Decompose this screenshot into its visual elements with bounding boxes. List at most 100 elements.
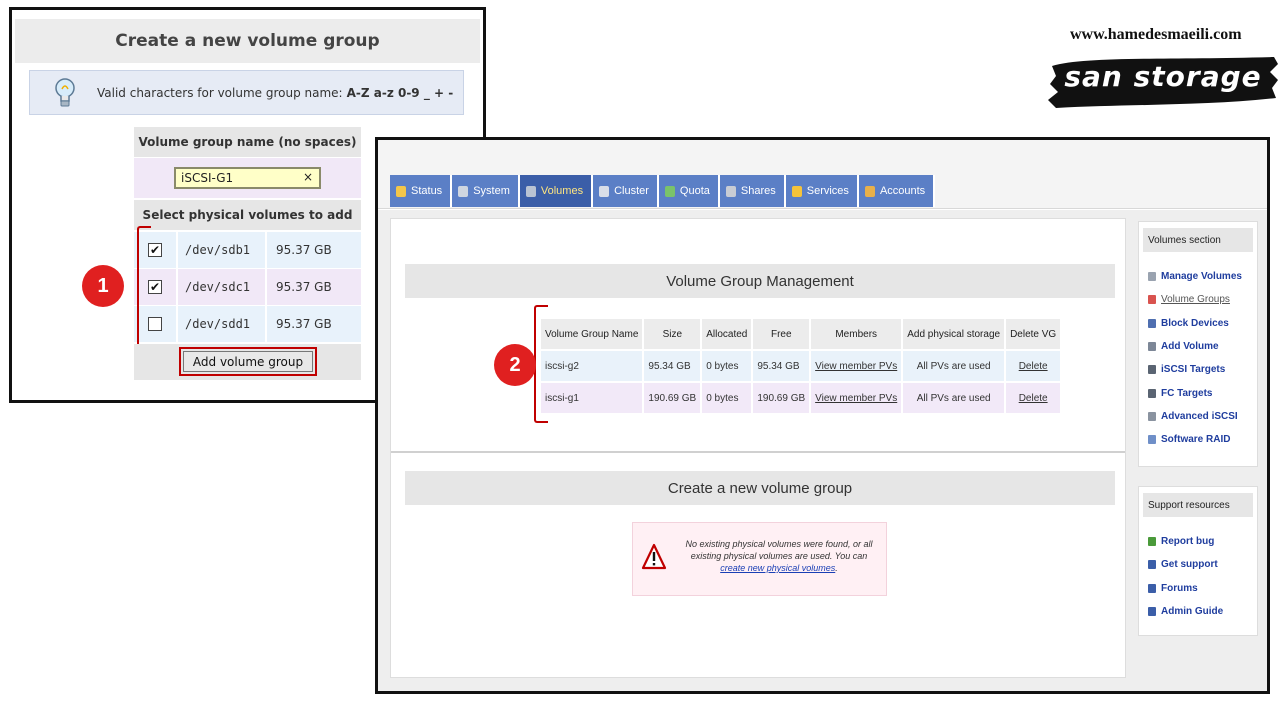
info-text: Valid characters for volume group name: A… bbox=[97, 85, 454, 100]
step-badge-2: 2 bbox=[494, 344, 536, 386]
fc-targets-icon bbox=[1148, 388, 1156, 398]
pv-device: /dev/sdb1 bbox=[176, 232, 265, 268]
sidebar-item-advanced-iscsi[interactable]: Advanced iSCSI bbox=[1139, 405, 1257, 428]
table-row: iscsi-g2 95.34 GB 0 bytes 95.34 GB View … bbox=[541, 351, 1061, 381]
volume-group-name-value: iSCSI-G1 bbox=[181, 171, 234, 185]
sidebar-item-iscsi-targets[interactable]: iSCSI Targets bbox=[1139, 358, 1257, 381]
add-physical-storage-status: All PVs are used bbox=[903, 351, 1005, 381]
tab-services[interactable]: Services bbox=[785, 175, 859, 207]
quota-icon bbox=[664, 185, 675, 197]
highlight-bracket bbox=[137, 226, 151, 347]
volume-group-name-label: Volume group name (no spaces) bbox=[134, 127, 361, 157]
support-resources-sidebar: Support resources Report bug Get support… bbox=[1138, 486, 1258, 636]
column-header: Delete VG bbox=[1006, 319, 1061, 349]
vg-allocated: 0 bytes bbox=[702, 351, 752, 381]
tab-cluster[interactable]: Cluster bbox=[593, 175, 659, 207]
volumes-icon bbox=[525, 185, 536, 197]
sidebar-item-block-devices[interactable]: Block Devices bbox=[1139, 312, 1257, 335]
software-raid-icon bbox=[1148, 435, 1156, 445]
admin-guide-icon bbox=[1148, 607, 1156, 617]
tab-list: Status System Volumes Cluster Quota Shar… bbox=[390, 175, 936, 207]
add-physical-storage-status: All PVs are used bbox=[903, 383, 1005, 413]
sidebar-item-add-volume[interactable]: Add Volume bbox=[1139, 335, 1257, 358]
content-area: Volume Group Management Volume Group Nam… bbox=[378, 210, 1267, 691]
iscsi-targets-icon bbox=[1148, 365, 1156, 375]
highlight-bracket bbox=[534, 305, 548, 423]
section-divider bbox=[391, 451, 1125, 453]
vg-size: 95.34 GB bbox=[644, 351, 701, 381]
tab-system[interactable]: System bbox=[452, 175, 520, 207]
panel-title: Create a new volume group bbox=[15, 19, 480, 63]
view-member-pvs-link[interactable]: View member PVs bbox=[811, 351, 902, 381]
physical-volume-row: ✔ /dev/sdc1 95.37 GB bbox=[134, 269, 361, 305]
brand-url: www.hamedesmaeili.com bbox=[1070, 26, 1242, 43]
add-volume-icon bbox=[1148, 342, 1156, 352]
delete-vg-link[interactable]: Delete bbox=[1006, 383, 1061, 413]
lightbulb-icon bbox=[55, 77, 75, 106]
advanced-iscsi-icon bbox=[1148, 411, 1156, 421]
shares-icon bbox=[725, 185, 736, 197]
column-header: Size bbox=[644, 319, 701, 349]
table-header-row: Volume Group Name Size Allocated Free Me… bbox=[541, 319, 1061, 349]
pv-size: 95.37 GB bbox=[265, 269, 361, 305]
system-icon bbox=[458, 185, 469, 197]
volume-group-name-input[interactable]: iSCSI-G1 × bbox=[174, 167, 321, 189]
sidebar-item-report-bug[interactable]: Report bug bbox=[1139, 530, 1257, 553]
step-badge-1: 1 bbox=[82, 265, 124, 307]
sidebar-item-forums[interactable]: Forums bbox=[1139, 577, 1257, 600]
sidebar-item-manage-volumes[interactable]: Manage Volumes bbox=[1139, 265, 1257, 288]
table-row: iscsi-g1 190.69 GB 0 bytes 190.69 GB Vie… bbox=[541, 383, 1061, 413]
sidebar-item-fc-targets[interactable]: FC Targets bbox=[1139, 381, 1257, 404]
volume-groups-icon bbox=[1148, 295, 1156, 305]
sidebar-item-software-raid[interactable]: Software RAID bbox=[1139, 428, 1257, 451]
tab-quota[interactable]: Quota bbox=[658, 175, 720, 207]
valid-characters: A-Z a-z 0-9 _ + - bbox=[346, 85, 454, 100]
vg-name: iscsi-g2 bbox=[541, 351, 643, 381]
column-header: Add physical storage bbox=[903, 319, 1005, 349]
column-header: Volume Group Name bbox=[541, 319, 643, 349]
sidebar-list: Report bug Get support Forums Admin Guid… bbox=[1139, 530, 1257, 623]
get-support-icon bbox=[1148, 560, 1156, 570]
sidebar-item-volume-groups[interactable]: Volume Groups bbox=[1139, 288, 1257, 311]
tab-status[interactable]: Status bbox=[390, 175, 453, 207]
cluster-icon bbox=[599, 185, 610, 197]
volume-group-name-row: iSCSI-G1 × bbox=[134, 158, 361, 198]
highlight-outline: Add volume group bbox=[179, 347, 317, 376]
sidebar-item-admin-guide[interactable]: Admin Guide bbox=[1139, 600, 1257, 623]
section-title: Volume Group Management bbox=[405, 264, 1115, 298]
clear-icon[interactable]: × bbox=[303, 170, 313, 184]
create-physical-volumes-link[interactable]: create new physical volumes bbox=[720, 563, 835, 573]
forums-icon bbox=[1148, 583, 1156, 593]
view-member-pvs-link[interactable]: View member PVs bbox=[811, 383, 902, 413]
sidebar-title: Support resources bbox=[1143, 493, 1253, 517]
info-banner: Valid characters for volume group name: A… bbox=[29, 70, 464, 115]
warning-text: No existing physical volumes were found,… bbox=[685, 539, 873, 573]
tab-volumes[interactable]: Volumes bbox=[519, 175, 594, 207]
vg-free: 95.34 GB bbox=[753, 351, 810, 381]
tab-accounts[interactable]: Accounts bbox=[858, 175, 936, 207]
warning-icon bbox=[641, 543, 667, 570]
column-header: Members bbox=[811, 319, 902, 349]
accounts-icon bbox=[864, 185, 875, 197]
manage-volumes-icon bbox=[1148, 272, 1156, 282]
volume-group-management-panel: Status System Volumes Cluster Quota Shar… bbox=[375, 137, 1270, 694]
delete-vg-link[interactable]: Delete bbox=[1006, 351, 1061, 381]
add-volume-group-button[interactable]: Add volume group bbox=[183, 351, 313, 372]
select-physical-volumes-label: Select physical volumes to add bbox=[134, 200, 361, 230]
button-row: Add volume group bbox=[134, 344, 361, 380]
tab-shares[interactable]: Shares bbox=[719, 175, 786, 207]
physical-volume-row: /dev/sdd1 95.37 GB bbox=[134, 306, 361, 342]
vg-name: iscsi-g1 bbox=[541, 383, 643, 413]
status-icon bbox=[396, 185, 406, 197]
brand-logo: san storage bbox=[1046, 54, 1280, 110]
sidebar-list: Manage Volumes Volume Groups Block Devic… bbox=[1139, 265, 1257, 451]
sidebar-item-get-support[interactable]: Get support bbox=[1139, 553, 1257, 576]
pv-device: /dev/sdd1 bbox=[176, 306, 265, 342]
column-header: Free bbox=[753, 319, 810, 349]
top-navigation: Status System Volumes Cluster Quota Shar… bbox=[378, 140, 1267, 209]
vg-size: 190.69 GB bbox=[644, 383, 701, 413]
section-title: Create a new volume group bbox=[405, 471, 1115, 505]
warning-box: No existing physical volumes were found,… bbox=[632, 522, 887, 596]
vg-allocated: 0 bytes bbox=[702, 383, 752, 413]
services-icon bbox=[791, 185, 802, 197]
